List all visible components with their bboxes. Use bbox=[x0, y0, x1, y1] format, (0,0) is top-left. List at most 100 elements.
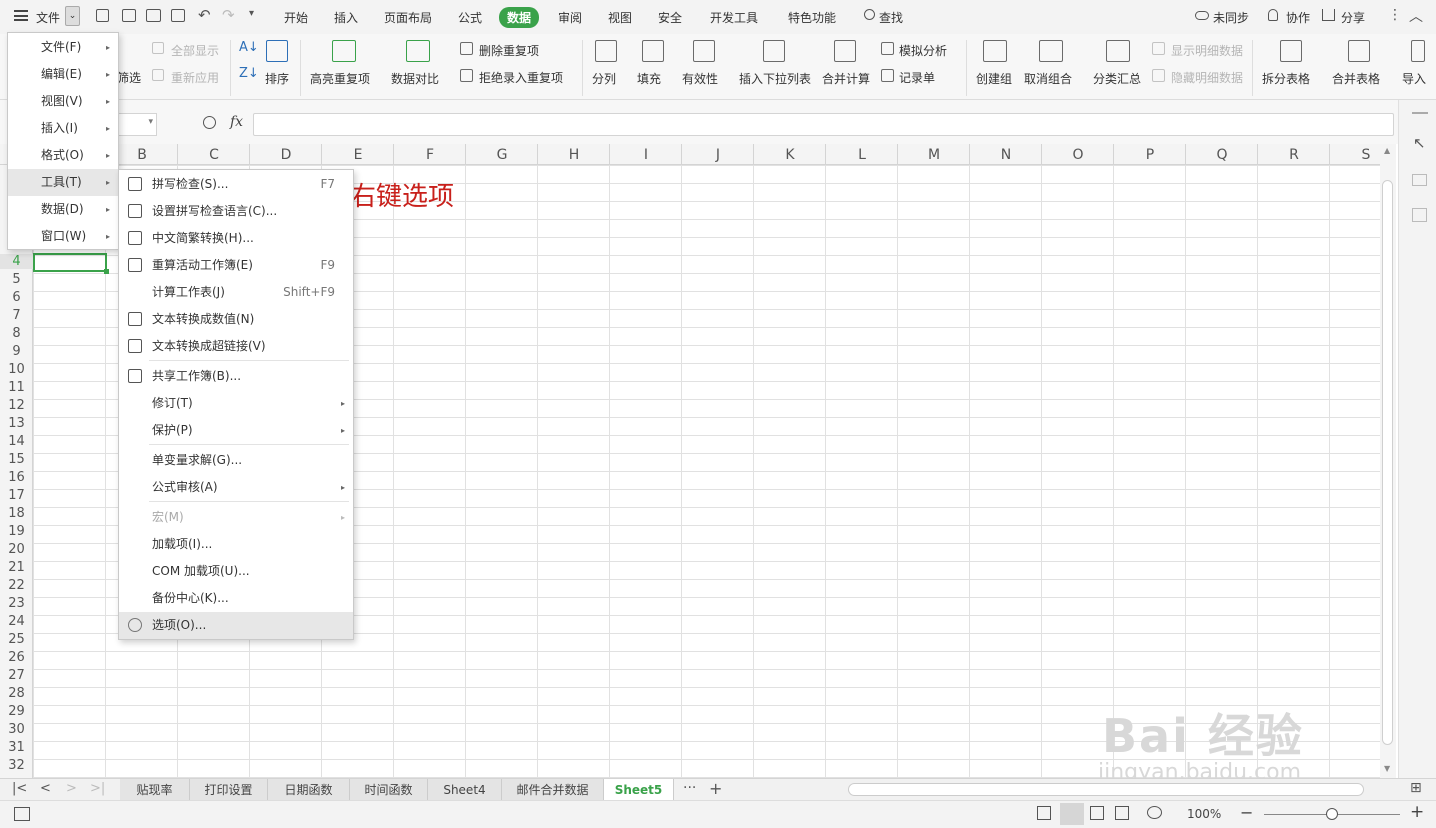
import-button[interactable]: 导入 bbox=[1402, 70, 1426, 87]
cloud-icon[interactable] bbox=[1195, 11, 1209, 20]
formula-input[interactable] bbox=[253, 113, 1394, 136]
reject-dup-button[interactable]: 拒绝录入重复项 bbox=[479, 69, 563, 86]
cursor-icon[interactable]: ↖ bbox=[1413, 134, 1426, 152]
column-header[interactable]: E bbox=[322, 147, 394, 163]
sheet-tab[interactable]: 贴现率 bbox=[120, 779, 190, 801]
tools-menu-item[interactable]: 拼写检查(S)... F7 bbox=[119, 171, 353, 198]
column-header[interactable]: P bbox=[1114, 147, 1186, 163]
row-header[interactable]: 28 bbox=[0, 686, 33, 701]
sheet-tab[interactable]: 时间函数 bbox=[350, 779, 428, 801]
scroll-up-icon[interactable]: ▲ bbox=[1384, 146, 1390, 155]
split-table-button[interactable]: 拆分表格 bbox=[1262, 70, 1310, 87]
tab-page-layout[interactable]: 页面布局 bbox=[384, 9, 432, 26]
selected-cell[interactable] bbox=[33, 253, 109, 274]
search-label[interactable]: 查找 bbox=[879, 9, 903, 26]
sync-status[interactable]: 未同步 bbox=[1213, 9, 1249, 26]
next-sheet-icon[interactable]: > bbox=[66, 781, 77, 796]
row-header[interactable]: 5 bbox=[0, 272, 33, 287]
tab-special[interactable]: 特色功能 bbox=[788, 9, 836, 26]
split-column-button[interactable]: 分列 bbox=[592, 70, 616, 87]
tools-menu-item[interactable]: 中文简繁转换(H)... bbox=[119, 225, 353, 252]
undo-icon[interactable]: ↶ bbox=[198, 6, 211, 24]
vertical-scroll-thumb[interactable] bbox=[1382, 180, 1393, 745]
sort-desc-icon[interactable]: Z↓ bbox=[239, 66, 259, 81]
fill-button[interactable]: 填充 bbox=[637, 70, 661, 87]
tab-insert[interactable]: 插入 bbox=[334, 9, 358, 26]
column-header[interactable]: L bbox=[826, 147, 898, 163]
row-header[interactable]: 30 bbox=[0, 722, 33, 737]
filter-panel-icon[interactable] bbox=[1412, 174, 1427, 186]
row-header[interactable]: 21 bbox=[0, 560, 33, 575]
redo-icon[interactable]: ↷ bbox=[222, 6, 235, 24]
backup-panel-icon[interactable] bbox=[1412, 208, 1427, 222]
row-header[interactable]: 7 bbox=[0, 308, 33, 323]
zoom-formula-icon[interactable] bbox=[203, 116, 216, 129]
tab-home[interactable]: 开始 bbox=[284, 9, 308, 26]
row-header[interactable]: 6 bbox=[0, 290, 33, 305]
row-header[interactable]: 31 bbox=[0, 740, 33, 755]
column-header[interactable]: J bbox=[682, 147, 754, 163]
row-header[interactable]: 32 bbox=[0, 758, 33, 773]
column-header[interactable]: K bbox=[754, 147, 826, 163]
collapse-ribbon-icon[interactable]: ︿ bbox=[1409, 6, 1423, 26]
file-menu-item[interactable]: 编辑(E) ▸ bbox=[8, 61, 118, 88]
zoom-slider-handle[interactable] bbox=[1326, 808, 1338, 820]
sheet-tab-active[interactable]: Sheet5 bbox=[604, 779, 674, 801]
tab-developer[interactable]: 开发工具 bbox=[710, 9, 758, 26]
sort-asc-icon[interactable]: A↓ bbox=[239, 40, 259, 55]
fullscreen-icon[interactable] bbox=[1037, 806, 1051, 820]
tools-menu-item[interactable]: 文本转换成数值(N) bbox=[119, 306, 353, 333]
more-icon[interactable]: ⋮ bbox=[1388, 7, 1402, 23]
row-header[interactable]: 27 bbox=[0, 668, 33, 683]
tools-menu-item[interactable]: 文本转换成超链接(V) bbox=[119, 333, 353, 360]
sheet-tab[interactable]: 打印设置 bbox=[190, 779, 268, 801]
filter-button[interactable]: 筛选 bbox=[117, 69, 141, 86]
show-detail-button[interactable]: 显示明细数据 bbox=[1171, 42, 1243, 59]
ungroup-button[interactable]: 取消组合 bbox=[1024, 70, 1072, 87]
column-header[interactable]: C bbox=[178, 147, 250, 163]
hide-detail-button[interactable]: 隐藏明细数据 bbox=[1171, 69, 1243, 86]
tab-view[interactable]: 视图 bbox=[608, 9, 632, 26]
file-menu-item[interactable]: 文件(F) ▸ bbox=[8, 34, 118, 61]
more-sheets-icon[interactable]: ··· bbox=[683, 780, 696, 796]
collab-button[interactable]: 协作 bbox=[1286, 9, 1310, 26]
grid-view-icon[interactable]: ⊞ bbox=[1410, 780, 1422, 796]
record-button[interactable]: 记录单 bbox=[899, 69, 935, 86]
row-header[interactable]: 26 bbox=[0, 650, 33, 665]
column-header[interactable]: N bbox=[970, 147, 1042, 163]
tools-menu-item[interactable]: 单变量求解(G)... bbox=[119, 447, 353, 474]
row-header[interactable]: 15 bbox=[0, 452, 33, 467]
merge-table-button[interactable]: 合并表格 bbox=[1332, 70, 1380, 87]
row-header[interactable]: 24 bbox=[0, 614, 33, 629]
column-header[interactable]: M bbox=[898, 147, 970, 163]
row-header[interactable]: 14 bbox=[0, 434, 33, 449]
sheet-tab[interactable]: 邮件合并数据 bbox=[502, 779, 604, 801]
chevron-down-icon[interactable]: ⌄ bbox=[65, 6, 80, 26]
row-header[interactable]: 13 bbox=[0, 416, 33, 431]
quick-access-dropdown-icon[interactable]: ▾ bbox=[249, 8, 254, 19]
row-header[interactable]: 25 bbox=[0, 632, 33, 647]
row-header[interactable]: 20 bbox=[0, 542, 33, 557]
simulate-button[interactable]: 模拟分析 bbox=[899, 42, 947, 59]
column-header[interactable]: O bbox=[1042, 147, 1114, 163]
prev-sheet-icon[interactable]: < bbox=[40, 781, 51, 796]
file-menu-button[interactable]: 文件 bbox=[36, 9, 60, 26]
zoom-level[interactable]: 100% bbox=[1187, 807, 1221, 821]
tab-review[interactable]: 审阅 bbox=[558, 9, 582, 26]
file-menu-item[interactable]: 插入(I) ▸ bbox=[8, 115, 118, 142]
sort-button[interactable]: 排序 bbox=[265, 70, 289, 87]
zoom-out-icon[interactable]: − bbox=[1240, 803, 1253, 822]
tools-menu-item[interactable]: 共享工作簿(B)... bbox=[119, 363, 353, 390]
remove-dup-button[interactable]: 删除重复项 bbox=[479, 42, 539, 59]
data-compare-button[interactable]: 数据对比 bbox=[391, 70, 439, 87]
column-header[interactable]: I bbox=[610, 147, 682, 163]
share-icon[interactable] bbox=[1322, 9, 1335, 21]
tools-menu-item[interactable]: 修订(T) ▸ bbox=[119, 390, 353, 417]
column-header[interactable]: R bbox=[1258, 147, 1330, 163]
row-header[interactable]: 16 bbox=[0, 470, 33, 485]
file-menu-item[interactable]: 视图(V) ▸ bbox=[8, 88, 118, 115]
tools-menu-item[interactable]: COM 加载项(U)... bbox=[119, 558, 353, 585]
tools-menu-item[interactable]: 加载项(I)... bbox=[119, 531, 353, 558]
file-menu-item[interactable]: 格式(O) ▸ bbox=[8, 142, 118, 169]
row-header[interactable]: 9 bbox=[0, 344, 33, 359]
